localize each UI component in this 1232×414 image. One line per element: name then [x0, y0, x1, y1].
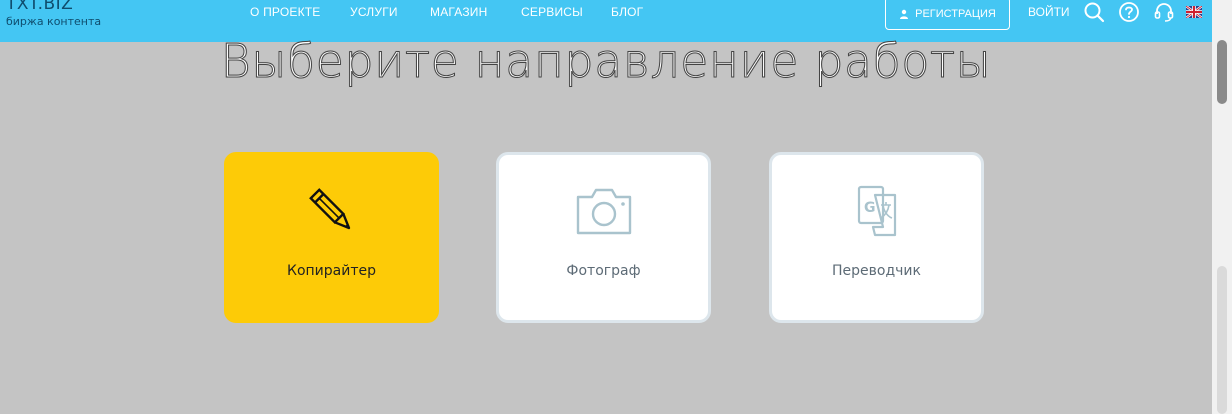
login-link[interactable]: ВОЙТИ [1028, 5, 1070, 19]
help-icon[interactable] [1118, 1, 1140, 23]
card-label-copywriter: Копирайтер [287, 263, 376, 279]
nav-item-blog[interactable]: БЛОГ [611, 5, 643, 19]
card-translator[interactable]: G Переводчик [769, 152, 984, 323]
nav-item-shop[interactable]: МАГАЗИН [430, 5, 488, 19]
user-icon [900, 9, 909, 19]
nav-item-tools[interactable]: СЕРВИСЫ [521, 5, 583, 19]
scrollbar-thumb[interactable] [1217, 40, 1227, 104]
logo[interactable]: TXT.BIZ биржа контента [6, 0, 116, 34]
register-button[interactable]: РЕГИСТРАЦИЯ [885, 0, 1010, 30]
nav-item-about[interactable]: О ПРОЕКТЕ [250, 5, 321, 19]
pencil-icon [308, 188, 350, 230]
logo-subtitle: биржа контента [6, 15, 102, 28]
card-label-photographer: Фотограф [566, 263, 641, 279]
camera-icon [576, 188, 631, 235]
uk-flag-icon[interactable] [1186, 6, 1202, 18]
support-headset-icon[interactable] [1153, 1, 1175, 23]
scrollbar-track-area [1217, 266, 1227, 414]
translate-icon: G [857, 185, 896, 237]
search-icon[interactable] [1083, 1, 1105, 23]
logo-mark: TXT.BIZ [6, 0, 74, 14]
page-title: Выберите направление работы [220, 34, 992, 89]
page-scrollbar[interactable] [1212, 0, 1232, 414]
register-label: РЕГИСТРАЦИЯ [915, 7, 996, 20]
svg-text:G: G [864, 200, 876, 216]
card-copywriter[interactable]: Копирайтер [224, 152, 439, 323]
card-photographer[interactable]: Фотограф [496, 152, 711, 323]
card-label-translator: Переводчик [832, 263, 921, 279]
nav-item-services[interactable]: УСЛУГИ [350, 5, 398, 19]
